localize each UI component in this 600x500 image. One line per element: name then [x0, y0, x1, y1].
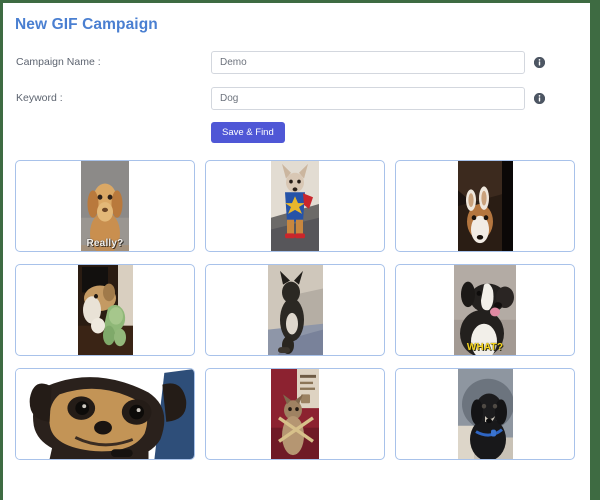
gif-card[interactable]	[205, 368, 385, 460]
save-and-find-button[interactable]: Save & Find	[211, 122, 285, 143]
campaign-name-label: Campaign Name :	[16, 56, 101, 68]
form-row-campaign-name: Campaign Name :	[11, 50, 586, 74]
keyword-label: Keyword :	[16, 92, 63, 104]
gif-thumbnail	[77, 265, 133, 355]
form-actions-spacer	[11, 122, 211, 143]
gif-thumbnail: WHAT?	[454, 265, 516, 355]
gif-card[interactable]	[205, 160, 385, 252]
form-row-keyword: Keyword :	[11, 86, 586, 110]
gif-card[interactable]: Really?	[15, 160, 195, 252]
campaign-form: Campaign Name : Keyword :	[11, 34, 586, 143]
campaign-name-input[interactable]	[211, 50, 525, 74]
page-title: New GIF Campaign	[15, 16, 158, 33]
campaign-name-field-wrap	[211, 50, 586, 74]
gif-card[interactable]	[205, 264, 385, 356]
gif-thumbnail	[271, 161, 319, 251]
gif-thumbnail: Really?	[81, 161, 129, 251]
gif-card[interactable]	[15, 264, 195, 356]
gif-results-grid: Really? WHAT?	[11, 160, 586, 472]
gif-thumbnail	[16, 369, 194, 459]
gif-thumbnail	[457, 161, 513, 251]
gif-card[interactable]	[15, 368, 195, 460]
gif-thumbnail	[267, 265, 323, 355]
form-row-actions: Save & Find	[11, 122, 586, 143]
gif-thumbnail	[457, 369, 513, 459]
gif-card[interactable]	[395, 368, 575, 460]
page-content: New GIF Campaign Campaign Name : Demo Ke…	[3, 3, 590, 500]
page-frame: New GIF Campaign Campaign Name : Demo Ke…	[0, 0, 600, 500]
keyword-field-wrap	[211, 86, 586, 110]
info-circle-icon[interactable]	[534, 56, 545, 68]
keyword-input[interactable]	[211, 86, 525, 110]
gif-card[interactable]	[395, 160, 575, 252]
gif-card[interactable]: WHAT?	[395, 264, 575, 356]
gif-thumbnail	[271, 369, 319, 459]
info-circle-icon[interactable]	[534, 92, 545, 104]
